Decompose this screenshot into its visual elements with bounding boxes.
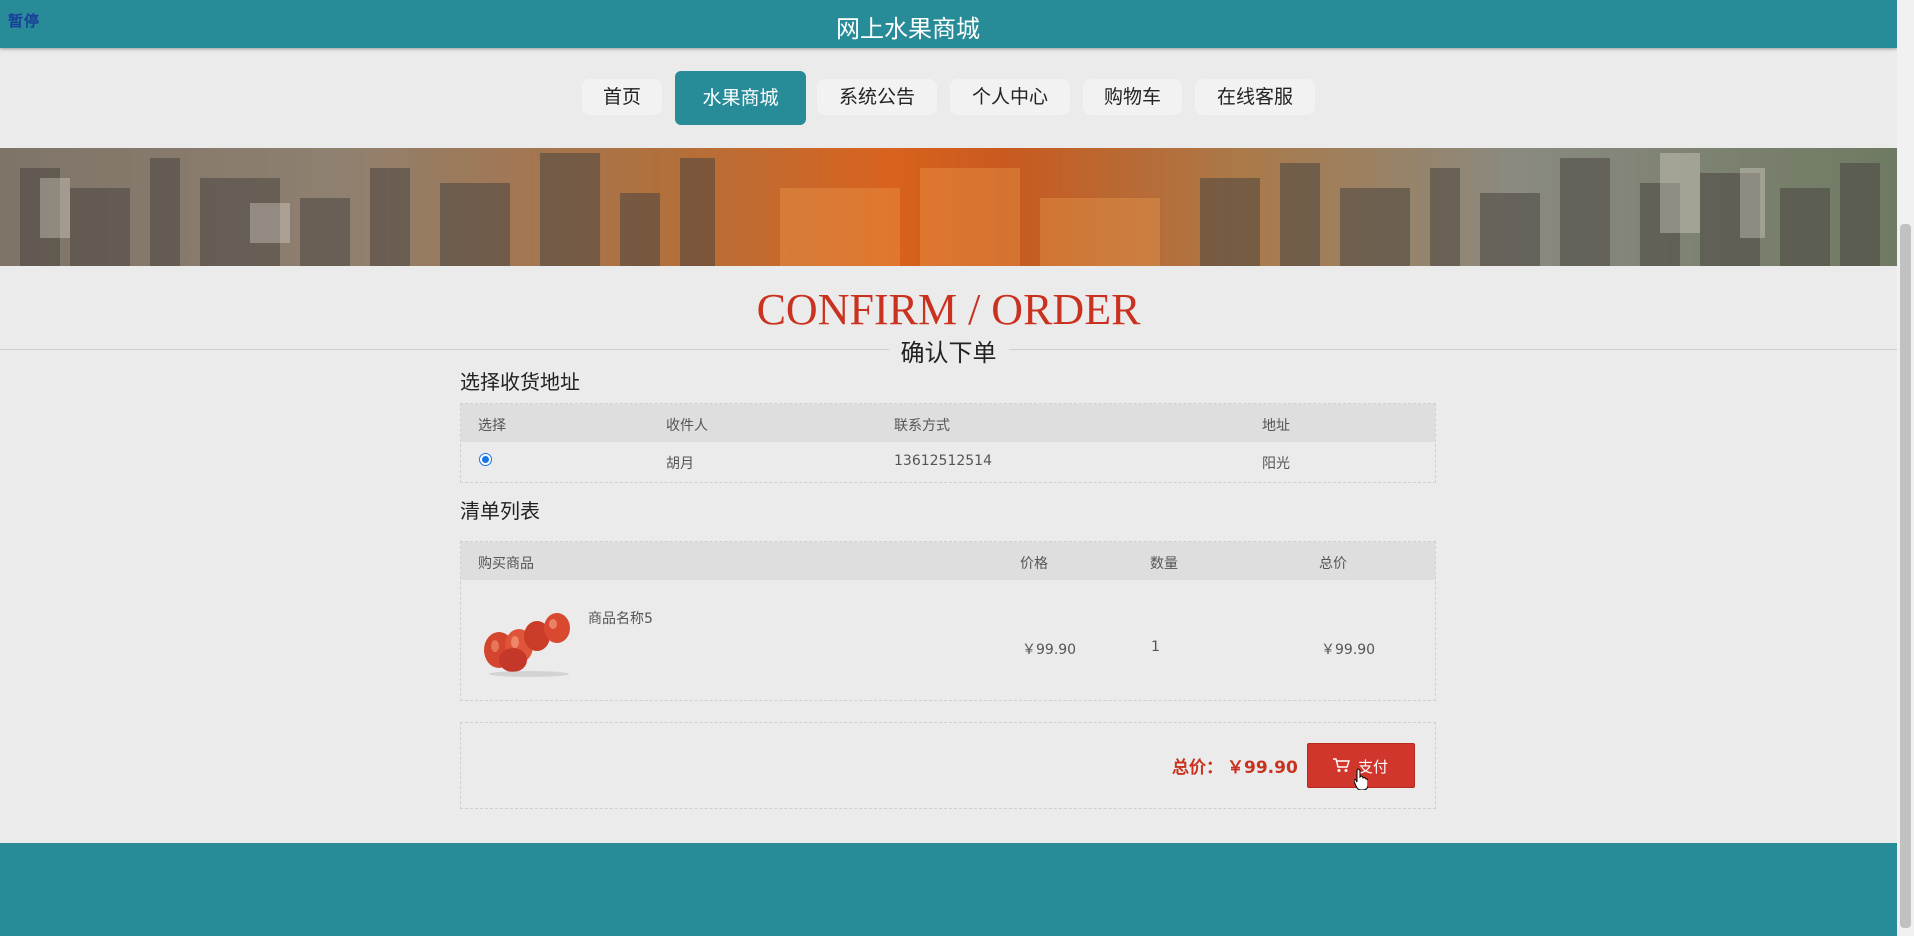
product-quantity: 1 — [1151, 639, 1160, 655]
cart-icon — [1333, 758, 1350, 772]
header-select: 选择 — [478, 418, 506, 434]
nav-home[interactable]: 首页 — [582, 79, 662, 115]
main-nav: 首页 水果商城 系统公告 个人中心 购物车 在线客服 — [0, 71, 1897, 125]
header-price: 价格 — [1020, 556, 1048, 572]
header-recipient: 收件人 — [666, 418, 708, 434]
order-table-header: 购买商品 价格 数量 总价 — [461, 542, 1435, 580]
nav-personal-center[interactable]: 个人中心 — [950, 79, 1070, 115]
scrollbar-thumb[interactable] — [1900, 224, 1911, 928]
nav-cart[interactable]: 购物车 — [1083, 79, 1182, 115]
header-subtotal: 总价 — [1319, 556, 1347, 572]
hand-pointer-cursor-icon — [1354, 768, 1368, 790]
header-quantity: 数量 — [1150, 556, 1178, 572]
site-title: 网上水果商城 — [836, 15, 980, 43]
confirm-order-subtitle: 确认下单 — [0, 333, 1897, 368]
nav-customer-service[interactable]: 在线客服 — [1195, 79, 1315, 115]
product-subtotal: ￥99.90 — [1321, 642, 1376, 658]
city-banner-image — [0, 148, 1897, 266]
address-value: 阳光 — [1262, 456, 1290, 472]
header-address: 地址 — [1262, 418, 1290, 434]
address-contact: 13612512514 — [894, 453, 992, 469]
nav-fruit-mall[interactable]: 水果商城 — [675, 71, 806, 125]
address-recipient: 胡月 — [666, 456, 694, 472]
address-table: 选择 收件人 联系方式 地址 胡月 13612512514 阳光 — [460, 403, 1436, 483]
total-label: 总价： — [1172, 758, 1223, 778]
product-name-link[interactable]: 商品名称5 — [588, 608, 653, 628]
address-radio-selected[interactable] — [479, 453, 492, 466]
top-header-bar: 暂停 网上水果商城 — [0, 0, 1897, 48]
address-table-header: 选择 收件人 联系方式 地址 — [461, 404, 1435, 442]
total-value: ￥99.90 — [1227, 758, 1298, 778]
nav-announcements[interactable]: 系统公告 — [817, 79, 937, 115]
address-section-title: 选择收货地址 — [460, 370, 580, 394]
page-scrollbar[interactable] — [1897, 0, 1914, 936]
confirm-order-subtitle-text: 确认下单 — [888, 339, 1009, 367]
rose-apple-fruit-image[interactable] — [479, 602, 579, 678]
confirm-order-title: CONFIRM / ORDER — [756, 285, 1141, 334]
footer-bar — [0, 843, 1897, 936]
header-contact: 联系方式 — [894, 418, 950, 434]
order-table: 购买商品 价格 数量 总价 商品名称5 ￥99.90 1 ￥99.90 — [460, 541, 1436, 701]
product-price: ￥99.90 — [1022, 642, 1077, 658]
order-list-title: 清单列表 — [460, 499, 540, 523]
header-product: 购买商品 — [478, 556, 534, 572]
